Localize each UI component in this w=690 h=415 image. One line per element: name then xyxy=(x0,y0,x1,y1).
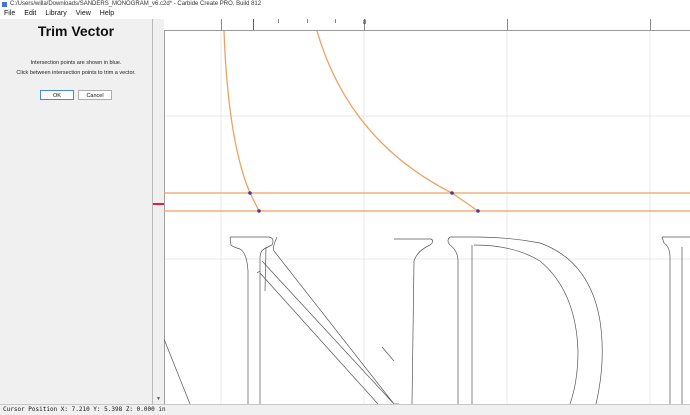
horizontal-ruler: 8 xyxy=(164,19,690,31)
menu-view[interactable]: View xyxy=(76,10,91,17)
letter-n-outline xyxy=(230,236,434,404)
canvas-grid xyxy=(164,31,690,404)
window-title-bar: C:/Users/willa/Downloads/SANDERS_MONOGRA… xyxy=(0,0,690,9)
intersection-point xyxy=(450,191,454,195)
ruler-tick xyxy=(335,19,336,23)
cursor-position: Cursor Position X: 7.210 Y: 5.398 Z: 0.0… xyxy=(3,406,166,413)
letter-d-outline xyxy=(447,236,603,404)
ruler-tick xyxy=(507,19,508,30)
ruler-tick xyxy=(307,19,308,23)
instruction-line-1: Intersection points are shown in blue. xyxy=(30,60,122,66)
panel-title: Trim Vector xyxy=(37,23,115,39)
intersection-point xyxy=(257,209,261,213)
intersection-point xyxy=(248,191,252,195)
app-icon xyxy=(2,2,7,7)
letter-n-stroke xyxy=(229,236,379,404)
trim-vector-panel: Trim Vector Intersection points are show… xyxy=(0,19,153,404)
menu-bar: File Edit Library View Help xyxy=(0,9,690,19)
letter-a-outline xyxy=(164,338,191,404)
vector-curve-left xyxy=(223,31,260,212)
menu-file[interactable]: File xyxy=(4,10,15,17)
cursor-x-marker xyxy=(253,19,254,30)
status-bar: Cursor Position X: 7.210 Y: 5.398 Z: 0.0… xyxy=(0,404,690,415)
ruler-tick xyxy=(278,19,279,23)
vector-curve-right xyxy=(316,31,479,212)
instruction-line-2: Click between intersection points to tri… xyxy=(16,70,136,76)
ruler-label: 8 xyxy=(363,20,367,26)
ruler-tick xyxy=(221,19,222,30)
selected-vectors[interactable] xyxy=(164,31,690,212)
menu-library[interactable]: Library xyxy=(45,10,66,17)
letter-outlines xyxy=(164,236,690,404)
intersection-point xyxy=(476,209,480,213)
scroll-down-arrow-icon[interactable]: ▼ xyxy=(156,396,161,402)
cancel-button[interactable]: Cancel xyxy=(78,90,112,100)
window-title: C:/Users/willa/Downloads/SANDERS_MONOGRA… xyxy=(10,1,262,7)
ruler-tick xyxy=(650,19,651,30)
design-canvas[interactable] xyxy=(164,31,690,404)
letter-e-outline xyxy=(661,236,690,404)
menu-edit[interactable]: Edit xyxy=(24,10,36,17)
cursor-y-marker xyxy=(153,203,164,205)
ok-button[interactable]: OK xyxy=(40,90,74,100)
menu-help[interactable]: Help xyxy=(100,10,114,17)
canvas-drawing[interactable] xyxy=(164,31,690,404)
